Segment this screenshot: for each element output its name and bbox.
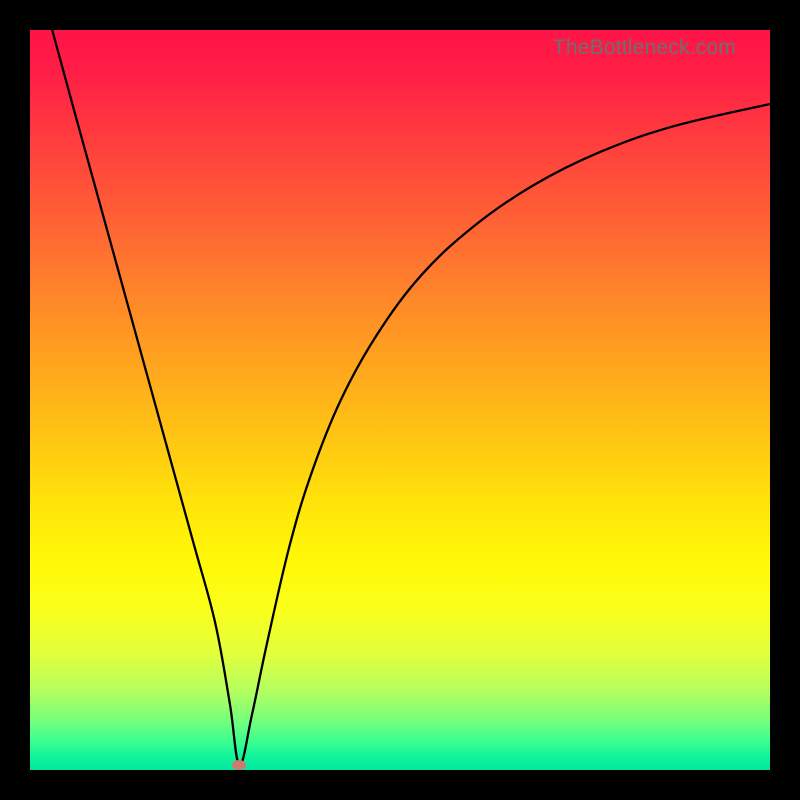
bottleneck-curve [52, 30, 770, 765]
optimal-point-marker [232, 760, 246, 770]
plot-area: TheBottleneck.com [30, 30, 770, 770]
chart-frame: TheBottleneck.com [0, 0, 800, 800]
curve-svg [30, 30, 770, 770]
